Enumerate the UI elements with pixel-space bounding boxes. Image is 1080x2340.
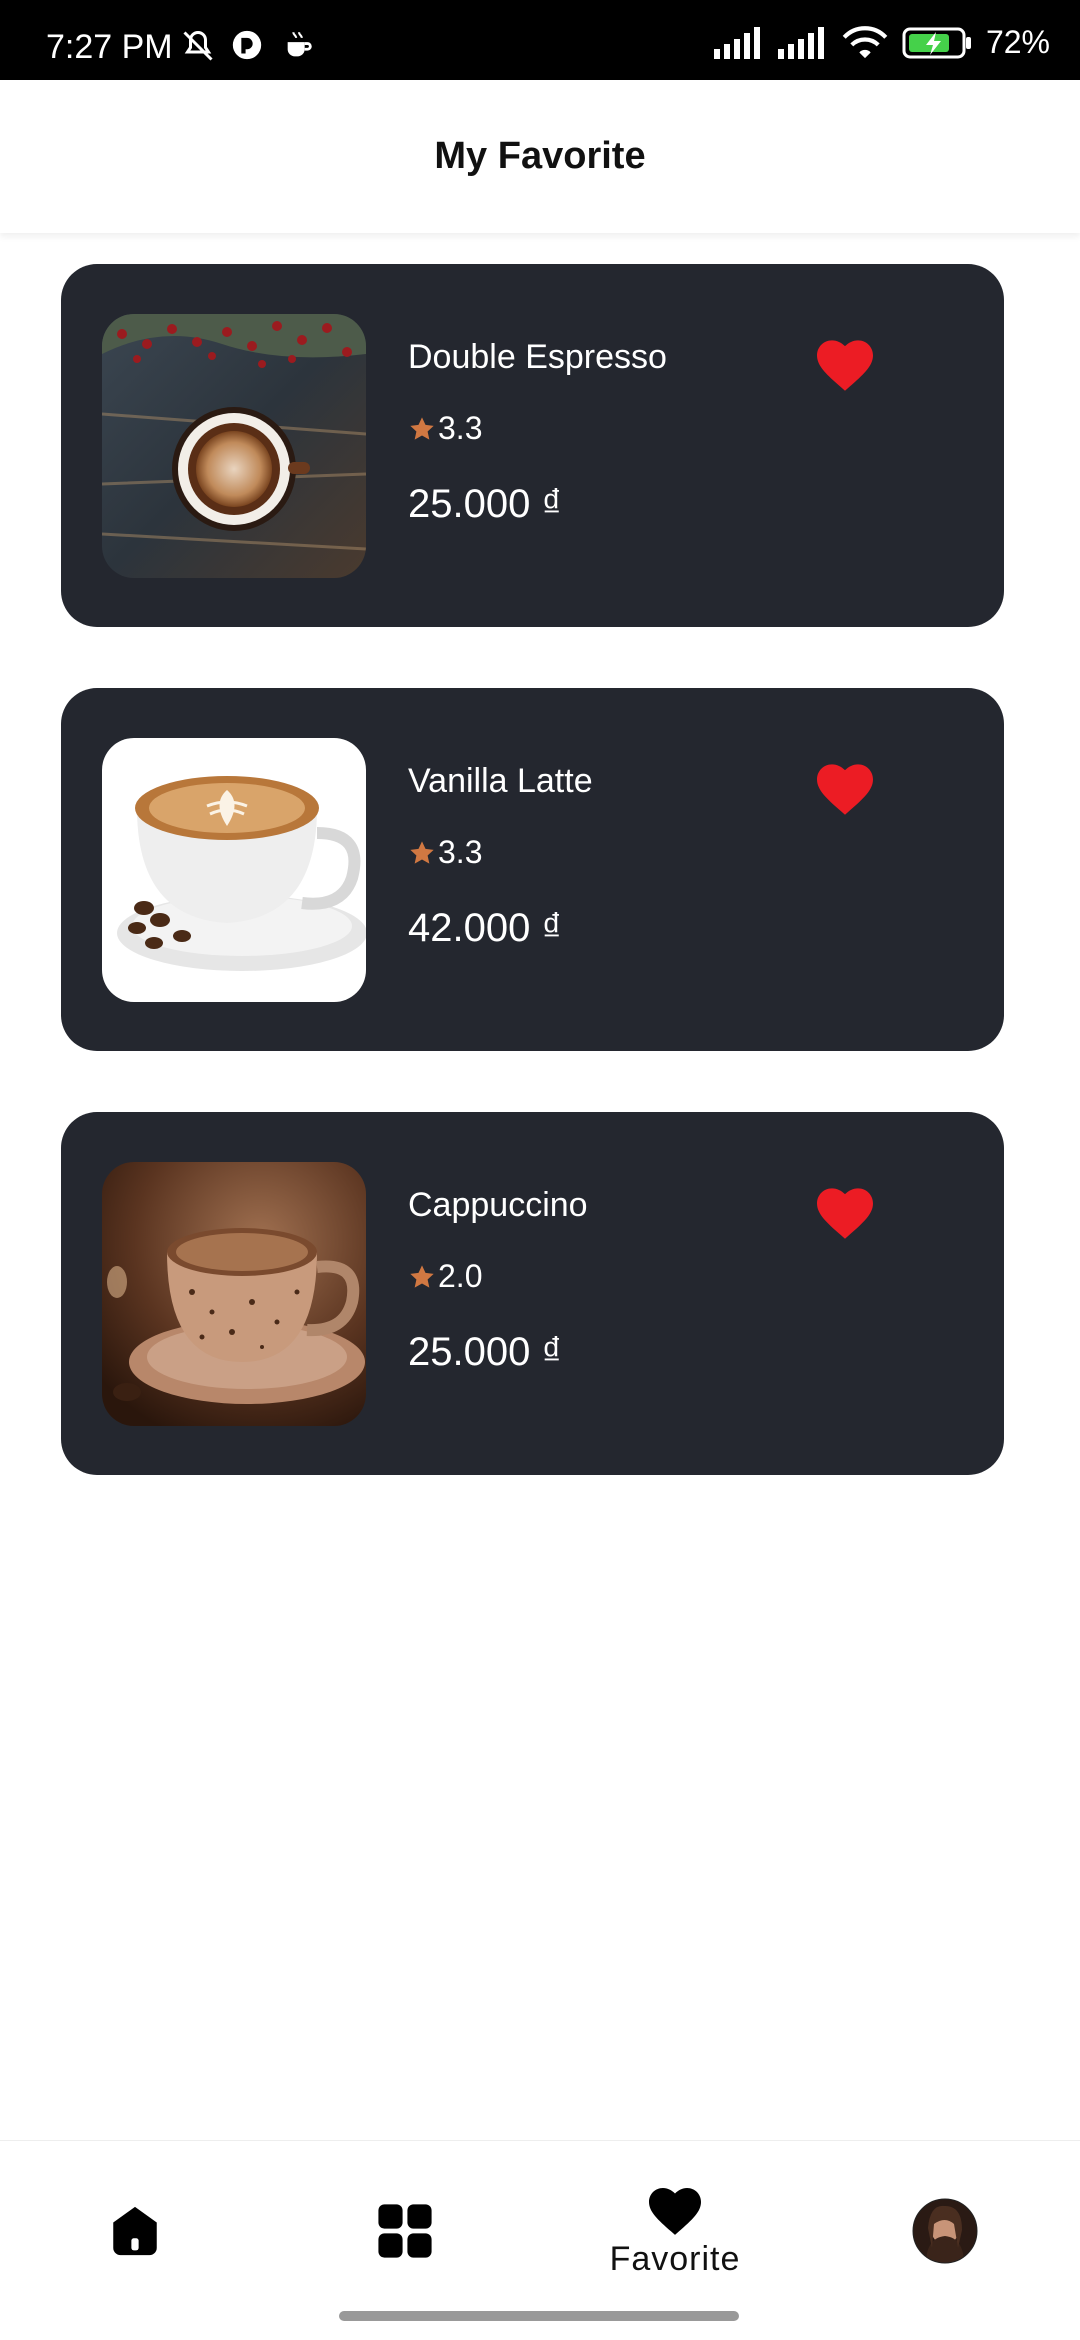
avatar: [912, 2198, 978, 2264]
status-time: 7:27 PM: [46, 28, 173, 66]
favorite-card[interactable]: Cappuccino 2.0 25.000 ₫: [61, 1112, 1004, 1475]
star-icon: [410, 1264, 434, 1288]
heart-icon[interactable]: [814, 336, 876, 392]
bottom-nav: Favorite: [0, 2140, 1080, 2340]
latte-cup-image: [102, 738, 366, 1002]
product-name: Vanilla Latte: [408, 762, 593, 800]
nav-favorite-label: Favorite: [609, 2239, 741, 2278]
rating-value: 3.3: [438, 410, 483, 446]
favorite-card[interactable]: Double Espresso 3.3 25.000 ₫: [61, 264, 1004, 627]
battery-percent: 72%: [985, 24, 1050, 60]
cappuccino-cup-image: [102, 1162, 366, 1426]
nav-categories[interactable]: [355, 2141, 455, 2321]
header: My Favorite: [0, 80, 1080, 233]
product-price: 25.000 ₫: [408, 1330, 562, 1374]
star-icon: [410, 416, 434, 440]
page-title: My Favorite: [434, 135, 646, 177]
favorite-card[interactable]: Vanilla Latte 3.3 42.000 ₫: [61, 688, 1004, 1051]
battery-charging-icon: [902, 27, 971, 58]
product-name: Cappuccino: [408, 1186, 588, 1224]
grid-icon: [378, 2204, 432, 2258]
home-icon: [113, 2206, 157, 2256]
bell-off-icon: [183, 30, 213, 61]
home-indicator: [339, 2311, 739, 2321]
coffee-notification-icon: [287, 32, 312, 57]
rating-value: 3.3: [438, 834, 483, 870]
product-name: Double Espresso: [408, 338, 667, 376]
heart-icon: [649, 2187, 701, 2235]
status-bar: 7:27 PM 72%: [0, 0, 1080, 80]
nav-profile[interactable]: [905, 2141, 985, 2321]
product-price: 42.000 ₫: [408, 906, 562, 950]
espresso-cup-on-wood-image: [102, 314, 366, 578]
rating: 3.3: [408, 410, 482, 447]
signal-icon-2: [777, 26, 824, 59]
app-notification-icon: [232, 30, 262, 60]
nav-favorite[interactable]: Favorite: [590, 2141, 760, 2321]
heart-icon[interactable]: [814, 1184, 876, 1240]
rating-value: 2.0: [438, 1258, 483, 1294]
nav-home[interactable]: [85, 2141, 185, 2321]
heart-icon[interactable]: [814, 760, 876, 816]
star-icon: [410, 840, 434, 864]
rating: 3.3: [408, 834, 482, 871]
product-price: 25.000 ₫: [408, 482, 562, 526]
rating: 2.0: [408, 1258, 482, 1295]
signal-icon: [713, 26, 760, 59]
wifi-icon: [842, 25, 888, 58]
